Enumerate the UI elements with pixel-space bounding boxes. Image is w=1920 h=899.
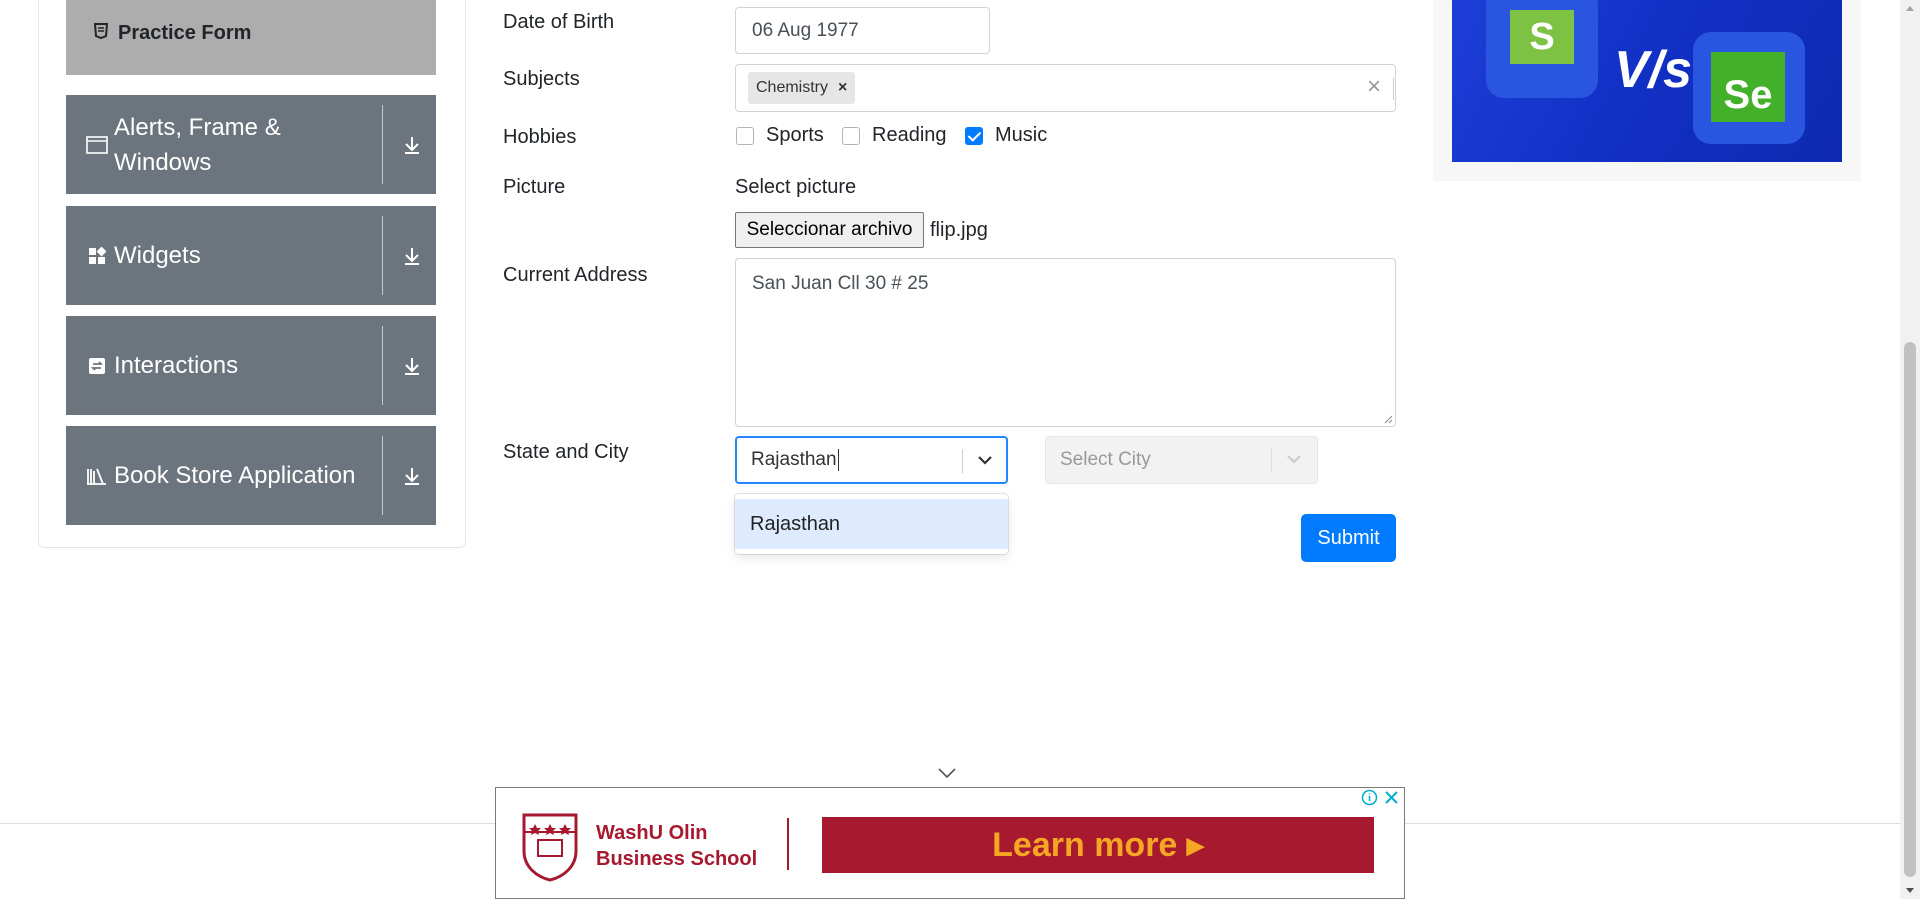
- dob-value: 06 Aug 1977: [752, 19, 859, 41]
- hobby-reading[interactable]: Reading: [842, 124, 947, 147]
- katalon-logo-tile: S: [1486, 0, 1598, 98]
- sidebar-group-widgets[interactable]: Widgets: [66, 206, 436, 305]
- address-textarea[interactable]: San Juan Cll 30 # 25: [735, 258, 1396, 427]
- picture-label: Picture: [503, 176, 566, 198]
- subjects-label: Subjects: [503, 68, 580, 90]
- sidebar-group-interactions[interactable]: Interactions: [66, 316, 436, 415]
- group-label: Widgets: [114, 242, 201, 269]
- ad-banner-bottom[interactable]: WashU Olin Business School Learn more ▸: [495, 787, 1405, 899]
- group-label: Interactions: [114, 352, 239, 379]
- download-icon[interactable]: [394, 316, 430, 415]
- hobby-music[interactable]: Music: [965, 124, 1047, 147]
- interactions-icon: [86, 357, 108, 375]
- hobby-label: Reading: [872, 124, 947, 146]
- book-icon: [86, 467, 108, 485]
- download-icon[interactable]: [394, 426, 430, 525]
- state-city-label: State and City: [503, 441, 629, 463]
- selenium-logo-tile: Se: [1693, 32, 1805, 144]
- scroll-thumb[interactable]: [1904, 342, 1916, 877]
- remove-chip-icon[interactable]: ×: [838, 79, 847, 97]
- chevron-down-icon[interactable]: [975, 450, 995, 476]
- scroll-down-arrow-icon[interactable]: [1905, 887, 1915, 895]
- subject-chip: Chemistry ×: [748, 72, 856, 104]
- clear-icon[interactable]: ×: [1367, 73, 1381, 101]
- ad-school-name: WashU Olin Business School: [596, 822, 758, 870]
- city-select[interactable]: Select City: [1045, 436, 1318, 484]
- hobby-sports[interactable]: Sports: [736, 124, 824, 147]
- chevron-down-icon[interactable]: [1284, 449, 1304, 475]
- sidebar-item-practice-form[interactable]: Practice Form: [66, 0, 436, 75]
- choose-file-button[interactable]: Seleccionar archivo: [735, 212, 924, 248]
- state-option[interactable]: Rajasthan: [735, 499, 1008, 549]
- left-panel: Practice Form Alerts, Frame & Windows Wi…: [38, 0, 466, 548]
- group-label: Book Store Application: [114, 462, 356, 489]
- ad-banner-top[interactable]: S V/s Se: [1433, 0, 1861, 181]
- file-name: flip.jpg: [930, 219, 988, 241]
- download-icon[interactable]: [394, 206, 430, 305]
- hobby-label: Music: [995, 124, 1048, 146]
- address-label: Current Address: [503, 264, 648, 286]
- scrollbar[interactable]: [1900, 0, 1920, 899]
- state-value: Rajasthan: [751, 449, 837, 470]
- subjects-input[interactable]: Chemistry × ×: [735, 64, 1396, 112]
- select-picture-text: Select picture: [735, 176, 857, 198]
- reading-checkbox[interactable]: [842, 126, 860, 145]
- download-icon[interactable]: [394, 95, 430, 194]
- group-label: Alerts, Frame & Windows: [114, 113, 281, 176]
- dob-input[interactable]: 06 Aug 1977: [735, 7, 990, 54]
- shield-icon: [521, 812, 579, 882]
- sidebar-item-label: Practice Form: [118, 21, 252, 44]
- state-select[interactable]: Rajasthan: [735, 436, 1008, 484]
- address-value: San Juan Cll 30 # 25: [752, 273, 929, 294]
- submit-button[interactable]: Submit: [1301, 514, 1396, 562]
- sidebar-group-alerts[interactable]: Alerts, Frame & Windows: [66, 95, 436, 194]
- info-icon[interactable]: [1361, 789, 1378, 806]
- dob-label: Date of Birth: [503, 11, 615, 33]
- widgets-icon: [86, 246, 108, 265]
- window-icon: [86, 135, 108, 154]
- scroll-up-arrow-icon[interactable]: [1905, 4, 1915, 12]
- chevron-down-icon[interactable]: [937, 766, 957, 784]
- ad-learn-more-button[interactable]: Learn more ▸: [822, 817, 1374, 873]
- hobbies-label: Hobbies: [503, 126, 577, 148]
- subject-chip-label: Chemistry: [756, 79, 829, 96]
- sidebar-group-bookstore[interactable]: Book Store Application: [66, 426, 436, 525]
- state-dropdown-menu: Rajasthan: [735, 494, 1008, 554]
- sports-checkbox[interactable]: [736, 126, 754, 145]
- resize-handle-icon[interactable]: [1383, 414, 1393, 424]
- music-checkbox[interactable]: [965, 126, 983, 145]
- versus-text: V/s: [1614, 41, 1693, 99]
- form-icon: [93, 22, 109, 44]
- close-icon[interactable]: [1383, 789, 1400, 806]
- hobby-label: Sports: [766, 124, 824, 146]
- city-placeholder: Select City: [1060, 449, 1151, 470]
